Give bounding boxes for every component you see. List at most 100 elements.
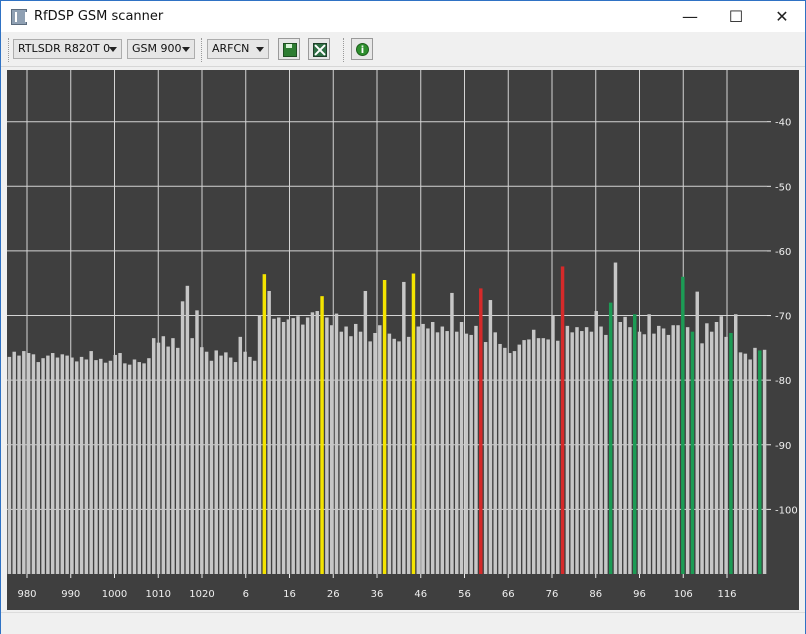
- signal-bar-123: [599, 326, 603, 574]
- signal-bar-65: [320, 296, 324, 574]
- signal-bar-128: [623, 316, 627, 574]
- signal-bar-156: [758, 350, 762, 574]
- x-tick-label-15: 106: [674, 589, 693, 600]
- save-icon: [283, 43, 297, 57]
- signal-bar-5: [31, 354, 36, 574]
- signal-bar-124: [604, 334, 608, 574]
- signal-bar-103: [503, 347, 507, 574]
- y-axis-panel: [767, 70, 799, 610]
- signal-bar-95: [464, 333, 469, 574]
- signal-bar-14: [75, 361, 79, 574]
- signal-bar-1: [12, 351, 16, 574]
- window-title: RfDSP GSM scanner: [34, 9, 164, 24]
- signal-bar-151: [734, 314, 738, 574]
- device-select-value: RTLSDR R820T 0: [18, 42, 111, 55]
- signal-bar-50: [248, 356, 252, 574]
- signal-bar-80: [392, 338, 396, 574]
- signal-bar-144: [700, 343, 704, 574]
- signal-bar-67: [329, 325, 334, 574]
- signal-bar-150: [729, 332, 733, 574]
- signal-bar-74: [363, 290, 368, 574]
- signal-bar-8: [46, 355, 50, 574]
- signal-bar-77: [378, 325, 382, 574]
- signal-bar-117: [570, 332, 574, 574]
- signal-bar-98: [479, 288, 483, 574]
- signal-bar-137: [666, 334, 671, 574]
- maximize-button[interactable]: ☐: [713, 1, 759, 32]
- signal-bar-126: [613, 262, 618, 574]
- signal-bar-15: [79, 356, 84, 574]
- signal-bar-16: [84, 359, 89, 574]
- signal-bar-143: [695, 291, 699, 574]
- signal-bar-53: [262, 274, 267, 574]
- signal-bar-101: [493, 332, 497, 574]
- save-button[interactable]: [278, 38, 300, 60]
- x-tick-label-16: 116: [717, 589, 736, 600]
- signal-bar-78: [382, 280, 387, 574]
- signal-bar-146: [709, 331, 714, 574]
- toolbar-grip: [8, 38, 12, 62]
- signal-bar-4: [26, 353, 31, 574]
- signal-bar-136: [661, 328, 666, 574]
- signal-bar-55: [272, 318, 276, 574]
- signal-bar-70: [344, 326, 348, 574]
- device-select[interactable]: RTLSDR R820T 0: [13, 39, 122, 59]
- signal-bar-18: [94, 360, 98, 574]
- signal-bar-121: [589, 331, 594, 574]
- signal-bar-89: [435, 332, 440, 574]
- signal-bar-130: [632, 314, 637, 574]
- signal-bar-118: [575, 327, 579, 574]
- x-tick-label-6: 16: [283, 589, 296, 600]
- signal-bar-141: [685, 327, 690, 574]
- signal-bar-27: [137, 362, 142, 574]
- signal-bar-135: [657, 325, 661, 574]
- mode-select[interactable]: ARFCN: [207, 39, 269, 59]
- signal-bar-153: [743, 353, 748, 574]
- signal-bar-60: [296, 316, 300, 574]
- signal-bar-37: [185, 285, 190, 574]
- signal-bar-11: [60, 354, 65, 574]
- signal-bar-71: [349, 336, 353, 574]
- signal-bar-31: [156, 342, 161, 574]
- signal-bar-35: [176, 347, 180, 574]
- x-tick-label-4: 1020: [189, 589, 214, 600]
- x-tick-label-10: 56: [458, 589, 471, 600]
- signal-bar-68: [334, 313, 339, 574]
- clear-button[interactable]: [308, 38, 330, 60]
- info-button[interactable]: i: [351, 38, 373, 60]
- signal-bar-149: [724, 336, 728, 574]
- signal-bar-42: [209, 360, 214, 574]
- signal-bar-155: [753, 347, 757, 574]
- y-tick-label-3: -70: [775, 312, 791, 323]
- signal-bar-61: [301, 324, 305, 574]
- signal-bar-119: [580, 331, 584, 574]
- signal-bar-131: [637, 331, 642, 574]
- signal-bar-99: [483, 342, 488, 574]
- signal-bar-54: [267, 290, 271, 574]
- signal-bar-38: [190, 338, 194, 574]
- x-tick-label-13: 86: [589, 589, 602, 600]
- signal-bar-52: [257, 315, 262, 574]
- signal-bar-69: [339, 331, 344, 574]
- signal-bar-110: [536, 338, 541, 574]
- signal-bar-134: [652, 333, 656, 574]
- chevron-down-icon: [256, 47, 264, 52]
- x-tick-label-7: 26: [327, 589, 340, 600]
- signal-bar-58: [286, 319, 291, 574]
- signal-bar-81: [397, 341, 401, 574]
- app-icon: [11, 9, 27, 25]
- signal-bar-122: [594, 311, 598, 574]
- clear-icon: [313, 43, 327, 57]
- signal-bar-20: [103, 362, 108, 574]
- band-select[interactable]: GSM 900: [127, 39, 195, 59]
- signal-bar-17: [89, 351, 93, 574]
- signal-bar-86: [421, 323, 425, 574]
- signal-bar-113: [551, 315, 555, 574]
- signal-bar-93: [455, 331, 459, 574]
- y-tick-label-4: -80: [775, 376, 791, 387]
- close-button[interactable]: ✕: [759, 1, 805, 32]
- minimize-button[interactable]: —: [667, 1, 713, 32]
- signal-bar-85: [416, 326, 420, 574]
- signal-bar-33: [166, 346, 170, 574]
- signal-bar-13: [70, 357, 74, 574]
